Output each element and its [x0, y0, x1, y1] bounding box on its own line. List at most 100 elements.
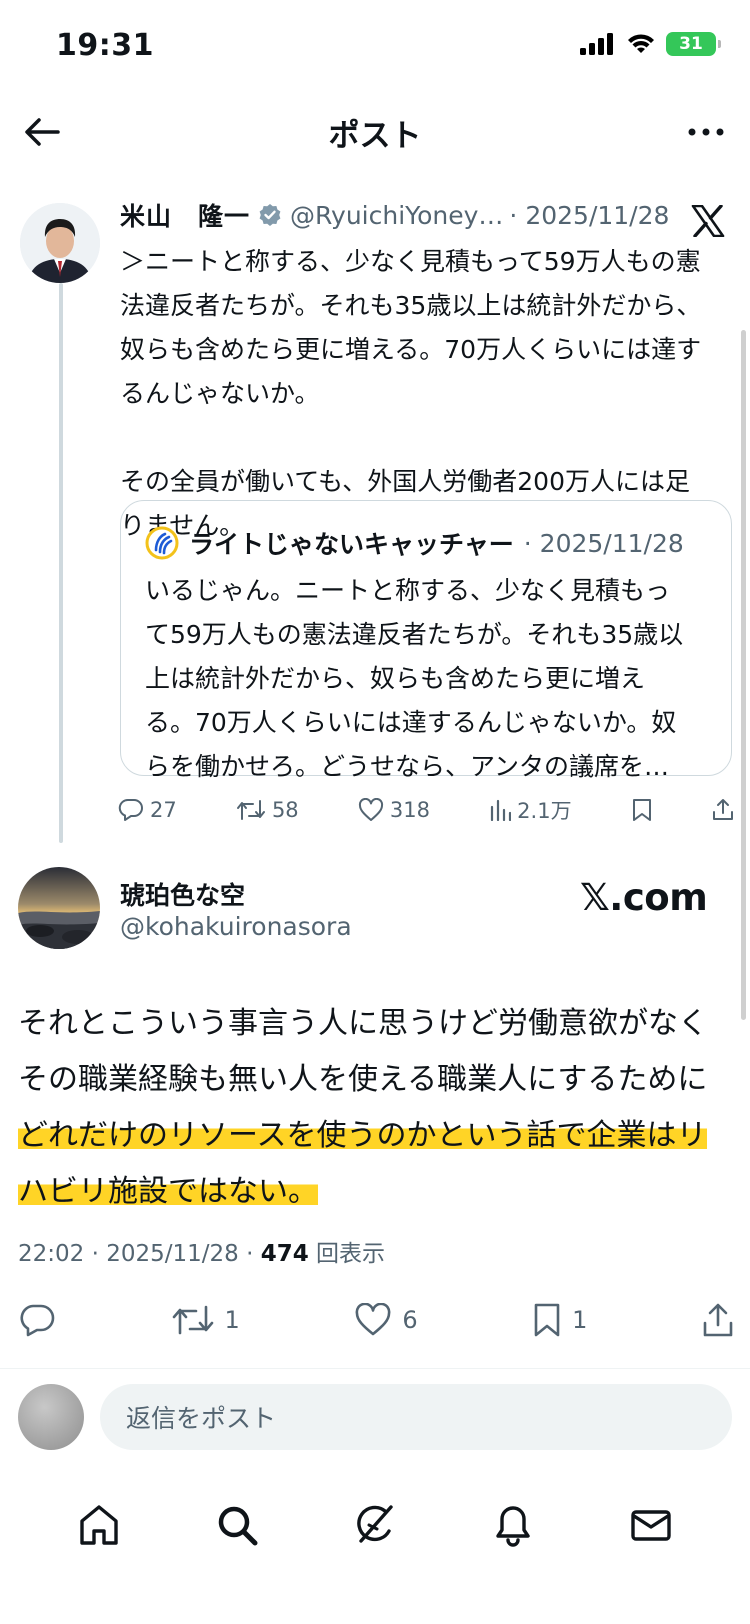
reply-count: 27 — [150, 798, 177, 822]
tab-messages[interactable] — [621, 1495, 681, 1555]
reply-input[interactable]: 返信をポスト — [100, 1384, 732, 1450]
divider — [0, 1368, 750, 1369]
repost-action[interactable]: 58 — [236, 798, 299, 822]
text-line: いるじゃん。ニートと称する、少なく見積もっ — [145, 576, 671, 605]
reply-author-name[interactable]: 琥珀色な空 — [120, 876, 245, 912]
repost-icon — [172, 1305, 213, 1335]
avatar-landscape — [18, 867, 100, 949]
repost-count: 1 — [224, 1306, 240, 1334]
text-line — [120, 416, 730, 460]
avatar-portrait — [20, 203, 100, 283]
text-line: それとこういう事言う人に思うけど労働意欲がなく — [18, 1006, 708, 1041]
repost-count: 58 — [271, 798, 299, 822]
text-line: て59万人もの憲法違反者たちが。それも35歳以 — [145, 620, 684, 649]
status-icons: 31 — [580, 32, 721, 56]
bell-icon — [496, 1506, 530, 1547]
reply-input-placeholder: 返信をポスト — [126, 1404, 277, 1433]
like-action[interactable]: 6 — [354, 1303, 418, 1337]
reply-author-handle[interactable]: @kohakuironasora — [120, 912, 352, 941]
text-line: らを働かせろ。どうせなら、アンタの議席を… — [145, 752, 670, 781]
x-logo-icon — [691, 204, 725, 241]
highlighted-line-wrap: ハビリ施設ではない。 — [18, 1164, 734, 1220]
share-action[interactable] — [712, 798, 734, 822]
grok-icon — [357, 1505, 393, 1543]
text-line: ＞ニートと称する、少なく見積もって59万人もの憲 — [120, 247, 701, 276]
views-count: 2.1万 — [517, 799, 572, 823]
reply-icon — [118, 798, 143, 821]
quote-author-logo-icon — [145, 526, 179, 560]
post-timestamp: 22:02 · 2025/11/28 · — [18, 1241, 261, 1267]
repost-action[interactable]: 1 — [171, 1303, 240, 1337]
like-count: 6 — [402, 1306, 418, 1334]
highlighted-text: どれだけのリソースを使うのかという話で企業はリ — [18, 1118, 707, 1153]
views-action[interactable]: 2.1万 — [489, 795, 572, 825]
quote-card[interactable]: ライトじゃないキャッチャー · 2025/11/28 いるじゃん。ニートと称する… — [120, 500, 732, 781]
quote-author-name: ライトじゃないキャッチャー — [189, 530, 514, 559]
heart-icon — [358, 798, 383, 821]
quoted-post-actions: 27 58 318 2.1万 — [118, 790, 734, 830]
battery-indicator: 31 — [666, 32, 721, 56]
quoted-post-header: 米山 隆一 @RyuichiYoney… · 2025/11/28 — [120, 197, 680, 233]
bookmark-icon — [534, 1303, 560, 1337]
more-icon — [688, 128, 724, 136]
tab-bar — [0, 1480, 750, 1570]
quote-date: · 2025/11/28 — [523, 528, 684, 558]
text-line: るんじゃないか。 — [120, 379, 320, 408]
text-line: その職業経験も無い人を使える職業人にするために — [18, 1062, 708, 1097]
reply-post-actions: 1 6 1 — [18, 1298, 734, 1342]
tab-home[interactable] — [69, 1495, 129, 1555]
text-line: 法違反者たちが。それも35歳以上は統計外だから、 — [120, 291, 702, 320]
post-date: · 2025/11/28 — [509, 200, 670, 230]
view-label: 回表示 — [308, 1241, 386, 1267]
share-icon — [703, 1303, 733, 1337]
tab-search[interactable] — [207, 1495, 267, 1555]
nav-bar: ポスト — [0, 96, 750, 168]
tab-notifications[interactable] — [483, 1495, 543, 1555]
status-time: 19:31 — [56, 28, 154, 63]
avatar[interactable] — [20, 203, 100, 283]
quote-card-text: いるじゃん。ニートと称する、少なく見積もっ て59万人もの憲法違反者たちが。それ… — [145, 569, 713, 789]
share-icon — [712, 799, 733, 820]
xcom-badge: 𝕏.com — [580, 876, 708, 919]
text-line: その全員が働いても、外国人労働者200万人には足 — [120, 467, 690, 496]
verified-badge-icon — [258, 203, 282, 227]
author-name[interactable]: 米山 隆一 — [120, 197, 250, 233]
thread-line — [59, 283, 63, 843]
page-title: ポスト — [328, 118, 422, 154]
highlighted-line-wrap: どれだけのリソースを使うのかという話で企業はリ — [18, 1108, 734, 1164]
battery-level: 31 — [679, 34, 703, 54]
view-count: 474 — [260, 1241, 309, 1267]
views-chart-icon — [491, 799, 512, 821]
reply-icon — [20, 1304, 55, 1337]
post-meta: 22:02 · 2025/11/28 · 474 回表示 — [18, 1234, 385, 1268]
reply-action[interactable] — [18, 1303, 56, 1337]
mail-icon — [631, 1510, 671, 1541]
bookmark-action[interactable] — [631, 798, 653, 822]
share-action[interactable] — [702, 1302, 734, 1338]
repost-icon — [236, 800, 265, 820]
signal-icon — [580, 33, 613, 55]
heart-icon — [355, 1303, 391, 1336]
highlighted-text: ハビリ施設ではない。 — [18, 1174, 318, 1209]
bookmark-count: 1 — [572, 1306, 588, 1334]
like-action[interactable]: 318 — [358, 798, 430, 822]
scrollbar[interactable] — [741, 330, 746, 1020]
reply-avatar[interactable] — [18, 867, 100, 949]
like-count: 318 — [389, 798, 430, 822]
more-button[interactable] — [684, 110, 728, 154]
bookmark-action[interactable]: 1 — [532, 1302, 587, 1338]
search-icon — [218, 1506, 258, 1546]
text-line: 奴らも含めたら更に増える。70万人くらいには達す — [120, 335, 702, 364]
quote-card-header: ライトじゃないキャッチャー · 2025/11/28 — [145, 525, 684, 561]
reply-action[interactable]: 27 — [118, 798, 177, 822]
status-bar: 19:31 31 — [0, 0, 750, 96]
tab-grok[interactable] — [345, 1495, 405, 1555]
home-icon — [80, 1505, 118, 1545]
composer-avatar — [18, 1384, 84, 1450]
text-line: 上は統計外だから、奴らも含めたら更に増え — [145, 664, 646, 693]
reply-text: それとこういう事言う人に思うけど労働意欲がなく その職業経験も無い人を使える職業… — [18, 996, 734, 1220]
bookmark-icon — [632, 799, 651, 821]
author-handle[interactable]: @RyuichiYoney… — [290, 201, 503, 230]
text-line: る。70万人くらいには達するんじゃないか。奴 — [145, 708, 677, 737]
wifi-icon — [628, 34, 654, 53]
